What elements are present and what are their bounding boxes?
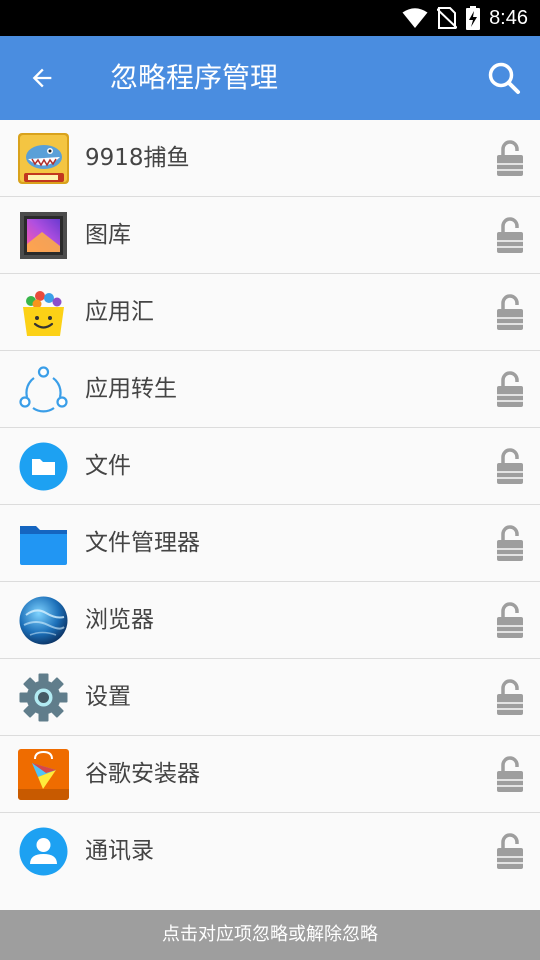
contacts-icon <box>19 827 68 876</box>
share-transfer-icon <box>19 366 68 413</box>
settings-gear-icon <box>19 673 68 722</box>
app-name: 设置 <box>85 684 131 710</box>
fishing-game-icon <box>18 133 69 184</box>
status-time: 8:46 <box>489 6 528 29</box>
app-name: 应用汇 <box>85 299 154 325</box>
lock-open-icon <box>497 217 523 253</box>
lock-open-icon <box>497 679 523 715</box>
list-item[interactable]: 应用转生 <box>0 351 540 428</box>
app-name: 9918捕鱼 <box>85 145 190 171</box>
list-item[interactable]: 浏览器 <box>0 582 540 659</box>
lock-open-icon <box>497 448 523 484</box>
status-bar: 8:46 <box>0 0 540 36</box>
google-installer-icon <box>18 749 69 800</box>
lock-open-icon <box>497 140 523 176</box>
lock-open-icon <box>497 294 523 330</box>
app-name: 文件管理器 <box>85 530 200 556</box>
page-title: 忽略程序管理 <box>110 61 279 94</box>
lock-open-icon <box>497 756 523 792</box>
search-icon <box>488 62 520 94</box>
app-name: 图库 <box>85 222 131 248</box>
list-item[interactable]: 应用汇 <box>0 274 540 351</box>
app-name: 文件 <box>85 453 131 479</box>
gallery-icon <box>20 212 67 259</box>
footer-hint: 点击对应项忽略或解除忽略 <box>0 910 540 960</box>
files-icon <box>19 442 68 491</box>
list-item[interactable]: 9918捕鱼 <box>0 120 540 197</box>
list-item[interactable]: 文件管理器 <box>0 505 540 582</box>
lock-open-icon <box>497 371 523 407</box>
list-item[interactable]: 通讯录 <box>0 813 540 890</box>
app-bar: 忽略程序管理 <box>0 36 540 120</box>
list-item[interactable]: 谷歌安装器 <box>0 736 540 813</box>
lock-open-icon <box>497 525 523 561</box>
back-button[interactable] <box>22 58 62 98</box>
lock-open-icon <box>497 833 523 869</box>
battery-charging-icon <box>466 6 481 30</box>
app-list: 9918捕鱼 图库 应用汇 应用转生 文件 文件管理器 浏览器 设置 谷歌安装器… <box>0 120 540 890</box>
app-market-icon <box>23 291 64 336</box>
no-sim-icon <box>437 7 458 29</box>
list-item[interactable]: 文件 <box>0 428 540 505</box>
app-name: 应用转生 <box>85 376 177 402</box>
folder-icon <box>20 526 67 565</box>
app-name: 浏览器 <box>85 607 154 633</box>
lock-open-icon <box>497 602 523 638</box>
wifi-icon <box>402 8 428 28</box>
app-name: 通讯录 <box>85 838 154 864</box>
list-item[interactable]: 图库 <box>0 197 540 274</box>
arrow-back-icon <box>32 68 52 88</box>
list-item[interactable]: 设置 <box>0 659 540 736</box>
browser-globe-icon <box>19 596 68 645</box>
search-button[interactable] <box>484 58 524 98</box>
app-name: 谷歌安装器 <box>85 761 200 787</box>
